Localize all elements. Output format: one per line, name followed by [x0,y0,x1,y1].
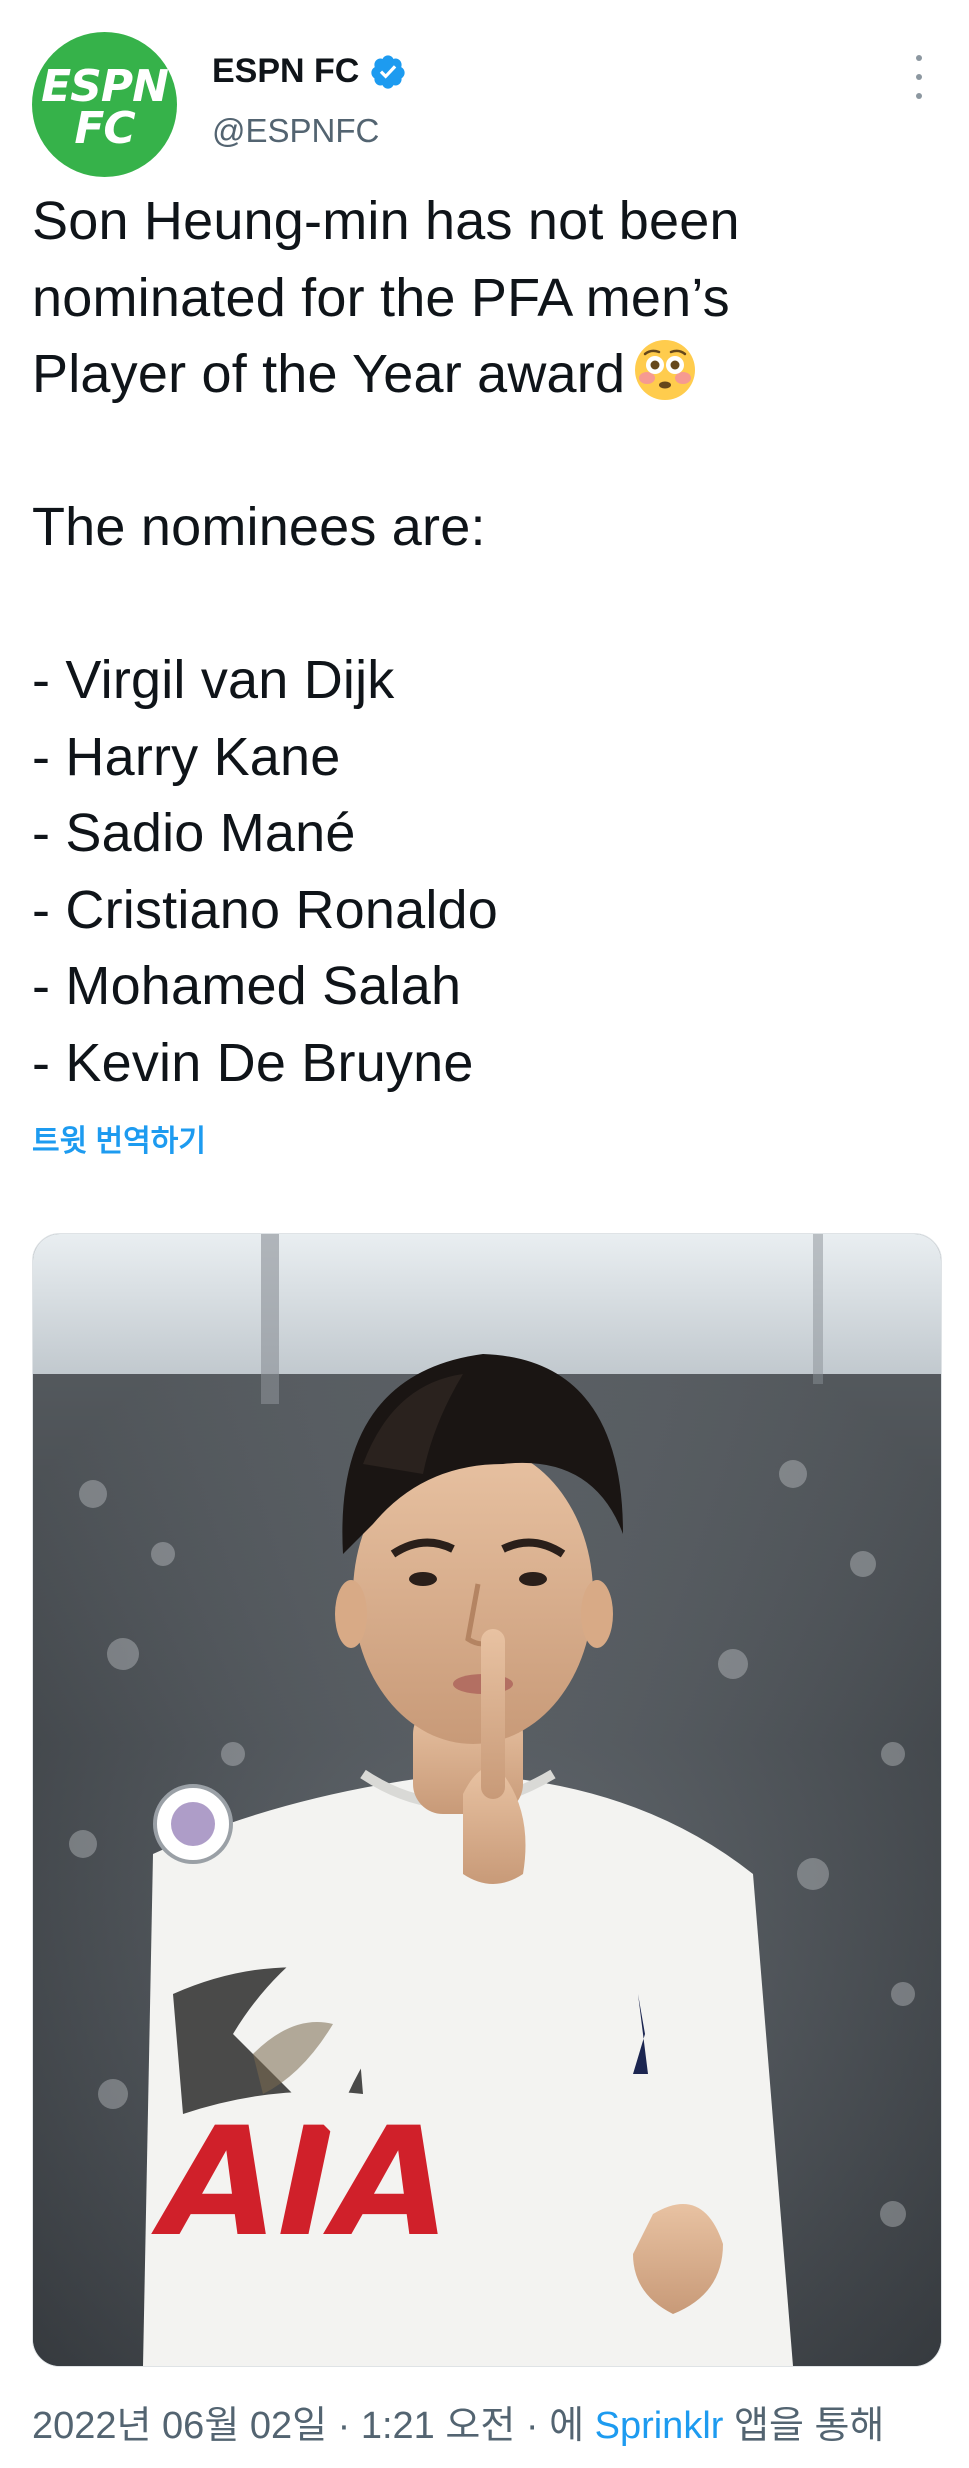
tweet-line: nominated for the PFA men’s [32,267,730,328]
account-handle[interactable]: @ESPNFC [212,112,379,150]
nominee-line: - Sadio Mané [32,803,356,863]
tweet-line-with-emoji: Player of the Year award [32,336,937,413]
tweet-time[interactable]: 1:21 오전 [361,2405,515,2447]
tweet-photo[interactable]: AIA [32,1233,942,2367]
tweet-text: Son Heung-min has not been nominated for… [32,183,937,1101]
separator: · [525,2405,539,2447]
avatar-logo-bottom: FC [74,102,135,154]
via-prefix: 에 [549,2405,585,2447]
jersey-sponsor-text: AIA [143,2095,468,2270]
tweet-date[interactable]: 2022년 06월 02일 [32,2405,327,2447]
more-options-icon[interactable] [904,55,934,99]
separator: · [337,2405,351,2447]
player-photo-illustration: AIA [33,1234,941,2366]
nominee-line: - Virgil van Dijk [32,650,395,710]
avatar[interactable]: ESPN FC [32,32,177,177]
display-name-row: ESPN FC [212,52,407,91]
display-name[interactable]: ESPN FC [212,52,359,91]
nominee-line: - Harry Kane [32,726,341,787]
tweet-line: Player of the Year award [32,344,626,404]
via-suffix: 앱을 통해 [733,2405,885,2447]
tweet: ESPN FC ESPN FC @ESPNFC Son Heung-min ha… [0,0,969,2468]
nominee-line: - Kevin De Bruyne [32,1032,474,1093]
translate-tweet-link[interactable]: 트윗 번역하기 [32,1116,206,1160]
avatar-logo-top: ESPN [41,60,169,112]
flushed-face-emoji-icon [633,338,697,402]
verified-badge-icon [369,53,407,91]
tweet-timestamp-row: 2022년 06월 02일 · 1:21 오전 · 에 Sprinklr 앱을 … [32,2394,884,2449]
source-app-link[interactable]: Sprinklr [595,2405,724,2447]
tweet-line: Son Heung-min has not been [32,191,740,251]
nominee-line: - Cristiano Ronaldo [32,879,499,940]
tweet-line: The nominees are: [32,497,486,557]
nominee-line: - Mohamed Salah [32,956,462,1016]
